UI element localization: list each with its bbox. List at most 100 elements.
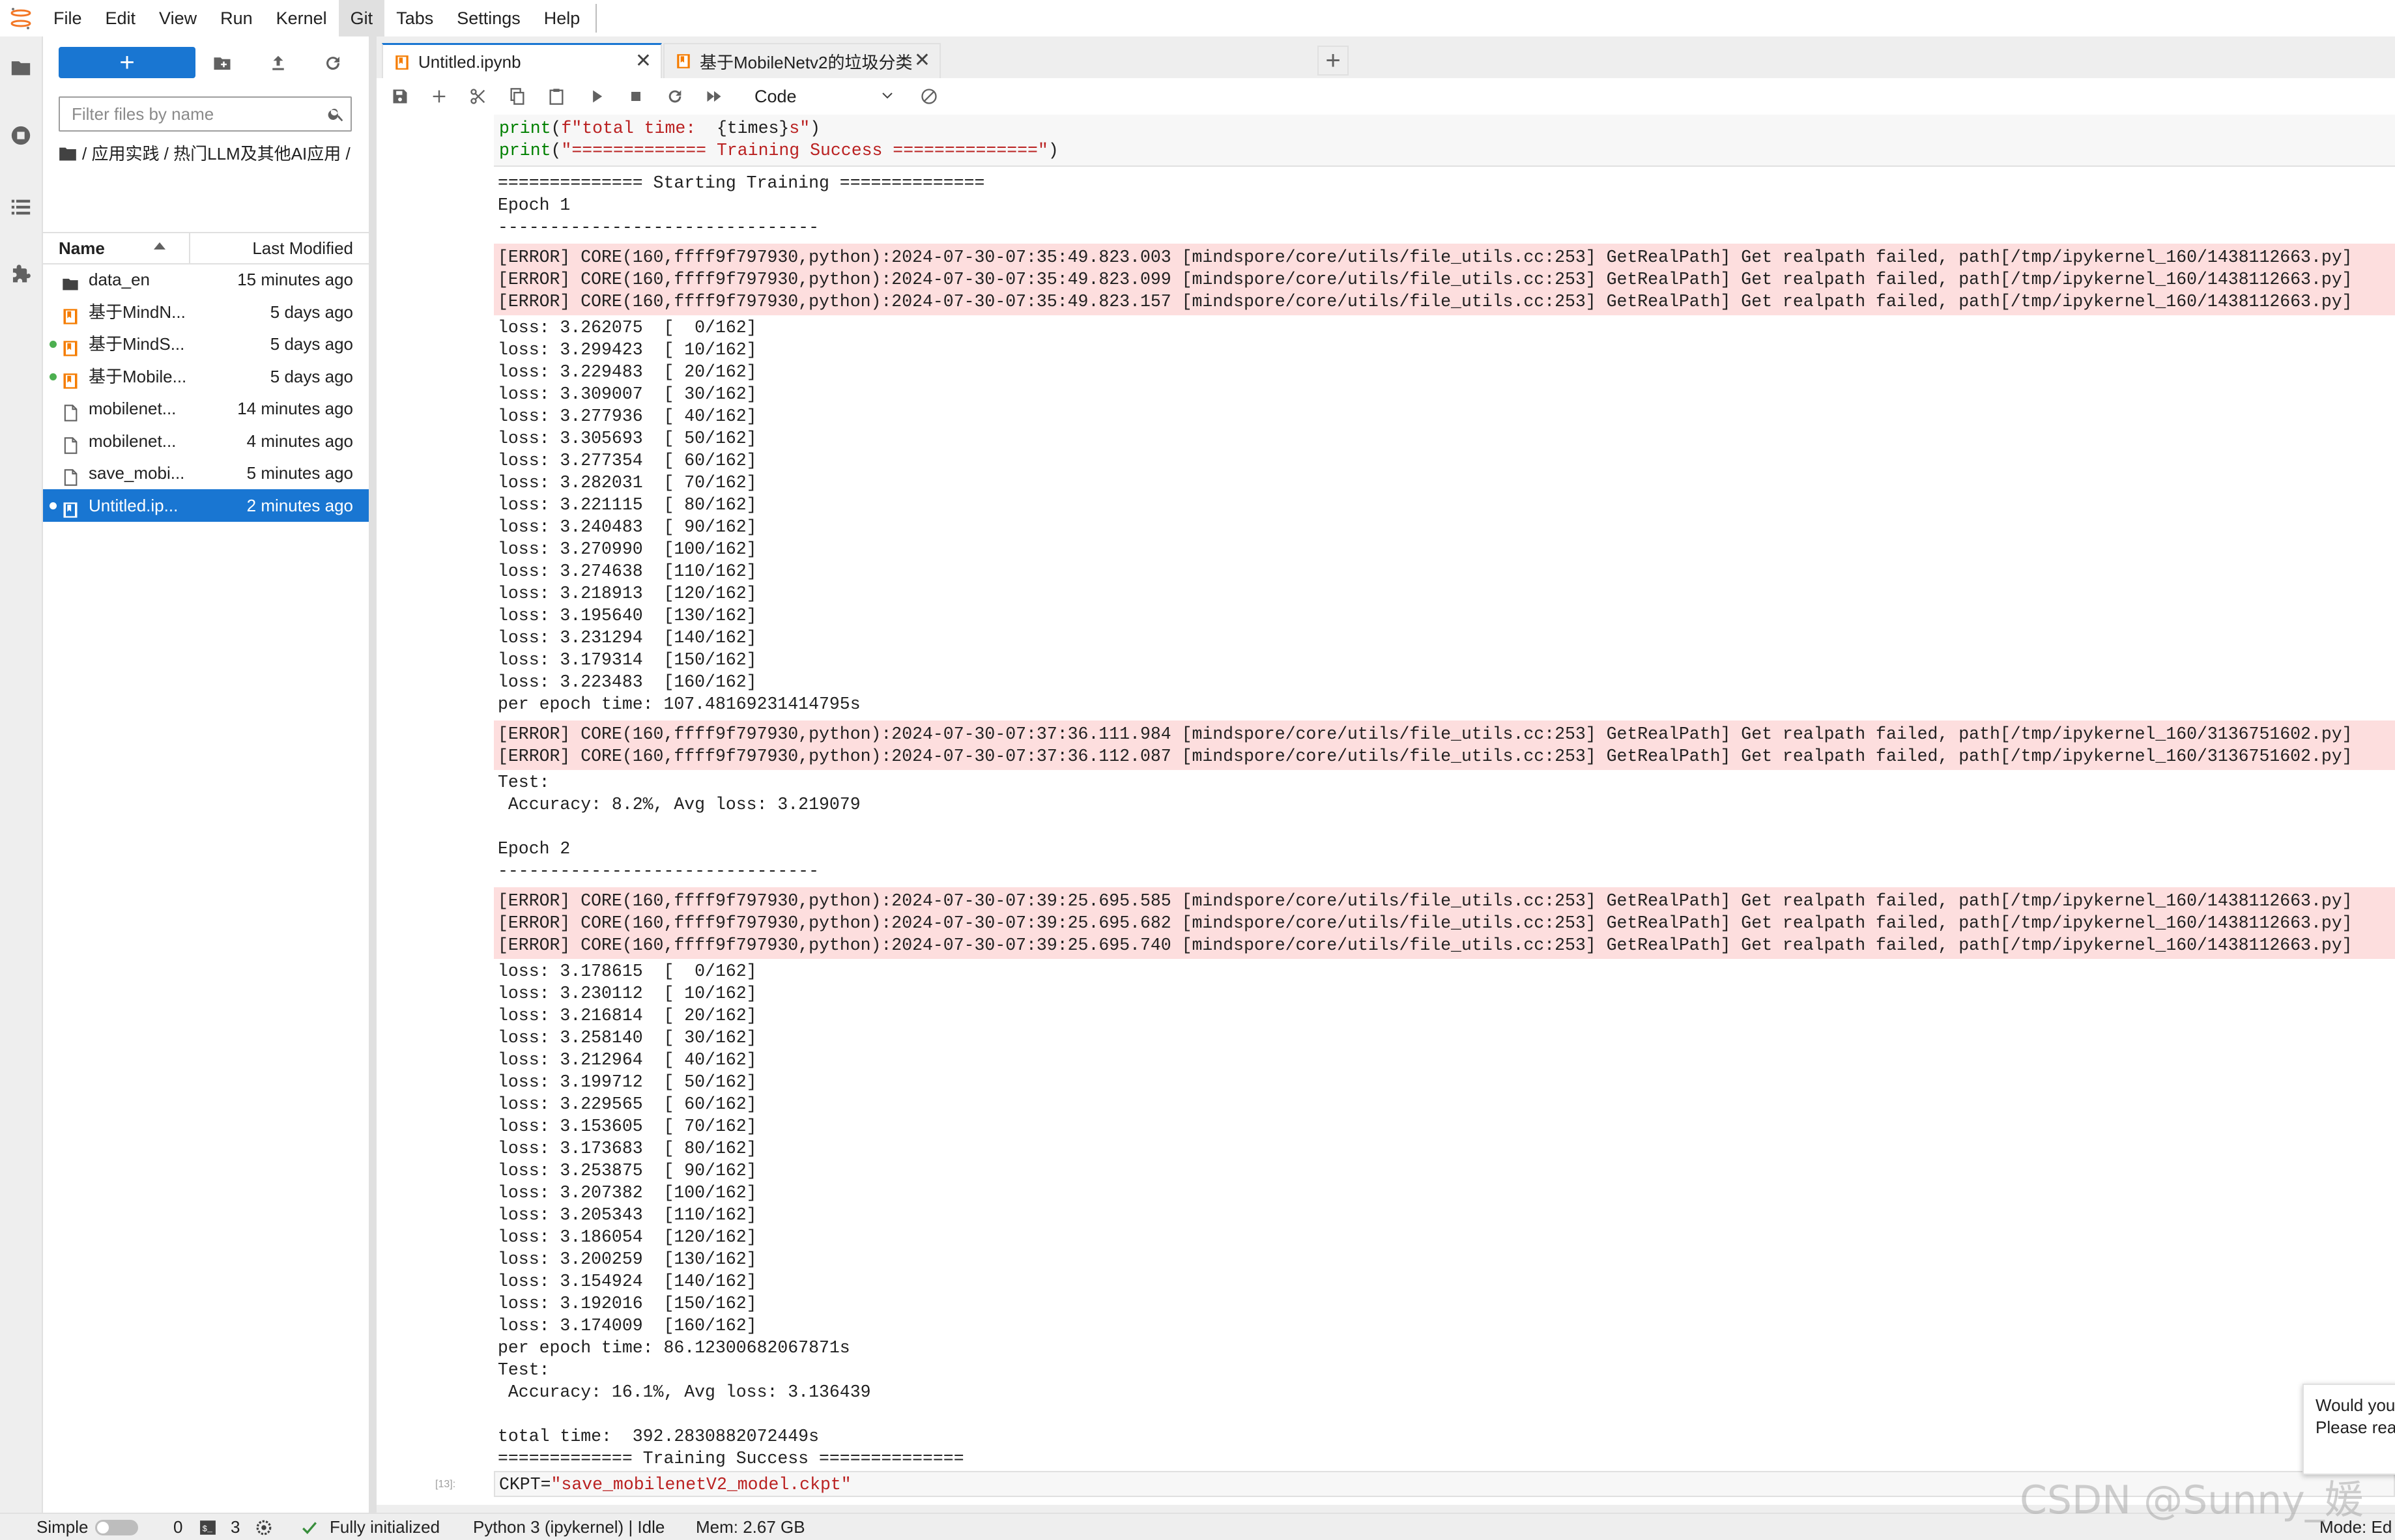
copy-icon[interactable] [504, 83, 530, 109]
menu-run[interactable]: Run [208, 0, 265, 36]
refresh-icon[interactable] [319, 50, 347, 77]
column-name[interactable]: Name [59, 233, 105, 263]
folder-icon[interactable] [7, 53, 35, 82]
running-sessions-icon[interactable] [7, 121, 35, 150]
tab-label: 基于MobileNetv2的垃圾分类 [700, 52, 913, 72]
output-line: ============== Starting Training =======… [498, 173, 985, 193]
output-line: ============= Training Success =========… [498, 1449, 964, 1468]
file-filter [59, 96, 352, 132]
file-modified: 5 days ago [270, 334, 353, 354]
add-tab-button[interactable]: + [1317, 46, 1349, 76]
code-token: "save_mobilenetV2_model.ckpt" [551, 1475, 852, 1494]
file-row[interactable]: Untitled.ip... 2 minutes ago [43, 489, 369, 522]
running-indicator [50, 373, 57, 380]
error-line: [ERROR] CORE(160,ffff9f797930,python):20… [498, 747, 2353, 766]
code-token: CKPT= [499, 1475, 551, 1494]
file-row[interactable]: 基于MindN... 5 days ago [43, 296, 369, 328]
home-folder-icon[interactable] [59, 146, 77, 162]
panel-splitter[interactable] [370, 36, 377, 1513]
code-token: f"total time: [561, 119, 717, 138]
running-indicator [50, 502, 57, 509]
file-row[interactable]: mobilenet... 4 minutes ago [43, 425, 369, 457]
menu-view[interactable]: View [147, 0, 208, 36]
output-line: Accuracy: 16.1%, Avg loss: 3.136439 [498, 1382, 871, 1402]
menu-file[interactable]: File [42, 0, 94, 36]
output-line: per epoch time: 86.12300682067871s [498, 1338, 850, 1358]
save-icon[interactable] [387, 83, 413, 109]
terminal-count[interactable]: 0 [173, 1514, 182, 1540]
output-line: ------------------------------- [498, 218, 819, 237]
filter-files-input[interactable] [60, 98, 322, 130]
file-name: 基于MindN... [89, 302, 186, 322]
table-of-contents-icon[interactable] [7, 193, 35, 221]
code-token: ( [551, 141, 562, 160]
cell-type-dropdown[interactable]: Code [747, 85, 899, 108]
error-line: [ERROR] CORE(160,ffff9f797930,python):20… [498, 724, 2353, 744]
insert-cell-icon[interactable] [426, 83, 452, 109]
notebook-icon [61, 497, 79, 518]
output-line: per epoch time: 107.48169231414795s [498, 694, 861, 714]
file-row[interactable]: 基于MindS... 5 days ago [43, 328, 369, 360]
output-line: loss: 3.258140 [ 30/162] [498, 1028, 757, 1048]
file-browser-panel: + / 应用实践 / 热门LLM及其他AI应用 / Name Last Modi… [43, 36, 370, 1513]
code-cell-editor[interactable]: print(f"total time: {times}s") print("===… [494, 115, 2395, 167]
simple-mode-label: Simple [36, 1517, 89, 1537]
restart-run-all-icon[interactable] [701, 83, 727, 109]
output-line: loss: 3.262075 [ 0/162] [498, 318, 757, 337]
cut-icon[interactable] [465, 83, 491, 109]
menu-git[interactable]: Git [338, 0, 385, 36]
sort-ascending-icon [154, 242, 165, 250]
output-line: loss: 3.200259 [130/162] [498, 1249, 757, 1269]
restart-kernel-icon[interactable] [662, 83, 688, 109]
lsp-status[interactable]: Fully initialized [330, 1514, 440, 1540]
file-icon [61, 464, 79, 486]
file-list-header: Name Last Modified [43, 232, 369, 264]
file-row[interactable]: save_mobi... 5 minutes ago [43, 457, 369, 489]
file-row[interactable]: 基于Mobile... 5 days ago [43, 360, 369, 393]
output-line: loss: 3.218913 [120/162] [498, 584, 757, 603]
notification-toast[interactable]: Would you Please rea [2302, 1384, 2395, 1475]
file-name: mobilenet... [89, 431, 177, 451]
chevron-down-icon [882, 93, 893, 99]
close-tab-icon[interactable]: ✕ [914, 51, 930, 70]
output-line: loss: 3.174009 [160/162] [498, 1316, 757, 1335]
stderr-output: [ERROR] CORE(160,ffff9f797930,python):20… [494, 887, 2395, 959]
simple-mode-toggle[interactable] [95, 1520, 138, 1535]
file-modified: 2 minutes ago [246, 495, 353, 515]
column-divider[interactable] [189, 233, 190, 263]
output-line: loss: 3.195640 [130/162] [498, 606, 757, 625]
kernel-count[interactable]: 3 [231, 1514, 240, 1540]
menu-tabs[interactable]: Tabs [384, 0, 445, 36]
breadcrumb: / 应用实践 / 热门LLM及其他AI应用 / [59, 142, 358, 165]
file-modified: 5 minutes ago [246, 463, 353, 483]
output-line: loss: 3.173683 [ 80/162] [498, 1139, 757, 1158]
file-name: 基于MindS... [89, 334, 185, 354]
close-tab-icon[interactable]: ✕ [635, 51, 652, 71]
notebook-icon [395, 55, 409, 70]
menu-settings[interactable]: Settings [445, 0, 532, 36]
tab-mobilenet-notebook[interactable]: 基于MobileNetv2的垃圾分类 ✕ [663, 43, 941, 78]
breadcrumb-path[interactable]: / 应用实践 / 热门LLM及其他AI应用 / [82, 144, 351, 164]
notebook-icon [61, 368, 79, 389]
new-folder-icon[interactable] [208, 50, 236, 77]
kernel-status[interactable]: Python 3 (ipykernel) | Idle [473, 1514, 665, 1540]
menu-help[interactable]: Help [532, 0, 592, 36]
code-token: s" [789, 119, 810, 138]
menu-kernel[interactable]: Kernel [265, 0, 339, 36]
error-line: [ERROR] CORE(160,ffff9f797930,python):20… [498, 270, 2353, 289]
run-cell-icon[interactable] [584, 83, 610, 109]
jupyter-logo-icon [0, 0, 42, 36]
notebook-panel: print(f"total time: {times}s") print("===… [377, 115, 2395, 1505]
paste-icon[interactable] [543, 83, 569, 109]
extension-manager-icon[interactable] [7, 261, 35, 289]
file-row[interactable]: data_en 15 minutes ago [43, 263, 369, 296]
menu-edit[interactable]: Edit [94, 0, 148, 36]
stop-kernel-icon[interactable] [623, 83, 649, 109]
tab-untitled-notebook[interactable]: Untitled.ipynb ✕ [382, 43, 662, 79]
output-line: loss: 3.305693 [ 50/162] [498, 429, 757, 448]
file-row[interactable]: mobilenet... 14 minutes ago [43, 392, 369, 425]
column-last-modified[interactable]: Last Modified [252, 233, 353, 263]
upload-icon[interactable] [265, 50, 292, 77]
new-launcher-button[interactable]: + [59, 47, 195, 78]
output-line: loss: 3.216814 [ 20/162] [498, 1006, 757, 1025]
